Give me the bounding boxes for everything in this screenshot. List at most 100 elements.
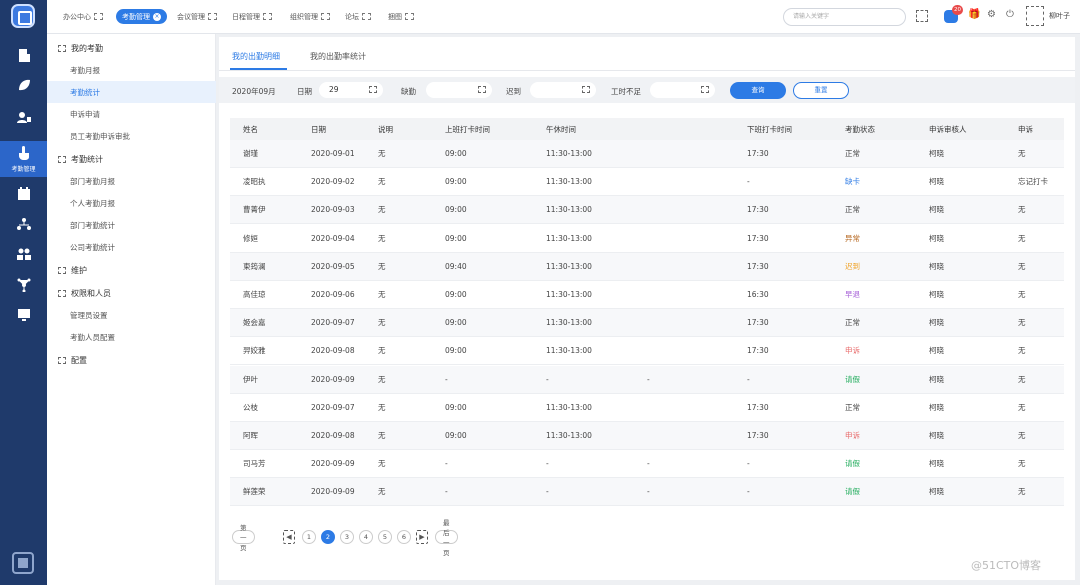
page-number[interactable]: 6 — [397, 530, 411, 544]
cell-out: 17:30 — [747, 318, 769, 328]
short-hours-field[interactable] — [650, 82, 715, 98]
page-number[interactable]: 5 — [378, 530, 392, 544]
column-header[interactable]: 说明 — [378, 118, 393, 140]
column-header[interactable]: 下班打卡时间 — [747, 118, 792, 140]
rail-item-person-card[interactable] — [0, 103, 47, 133]
table-row[interactable]: 司马芳 2020-09-09 无 - - - - 请假 柯晓 无 — [230, 450, 1064, 479]
column-header[interactable]: 上班打卡时间 — [445, 118, 490, 140]
tab-placeholder-icon — [362, 13, 371, 20]
table-row[interactable]: 曹菁伊 2020-09-03 无 09:00 11:30-13:00 17:30 正常 柯晓 无 — [230, 196, 1064, 225]
top-tab[interactable]: 日程管理 — [228, 9, 276, 24]
grid-menu-icon[interactable] — [12, 552, 34, 574]
rail-item-share-nodes[interactable] — [0, 271, 47, 301]
sidebar-group[interactable]: 权限和人员 — [47, 282, 216, 304]
sidebar-group[interactable]: 配置 — [47, 349, 216, 371]
page-number[interactable]: 1 — [302, 530, 316, 544]
sidebar-item[interactable]: 员工考勤申诉审批 — [47, 125, 216, 147]
cell-note: 无 — [378, 149, 386, 158]
reset-button[interactable]: 重置 — [793, 82, 849, 99]
sidebar-item-label: 考勤月报 — [70, 65, 100, 75]
prev-page-icon[interactable]: ◀ — [283, 530, 295, 544]
cell-extra: - — [647, 487, 650, 497]
top-tab[interactable]: 论坛 — [341, 9, 375, 24]
power-icon[interactable]: ⏻ — [1006, 9, 1018, 21]
rail-item-group[interactable] — [0, 240, 47, 270]
sidebar-item[interactable]: 考勤人员配置 — [47, 326, 216, 348]
gift-icon[interactable]: 🎁 — [968, 9, 980, 21]
table-row[interactable]: 柬筠澜 2020-09-05 无 09:40 11:30-13:00 17:30 迟到 柯晓 无 — [230, 252, 1064, 281]
page-number[interactable]: 2 — [321, 530, 335, 544]
table-row[interactable]: 公枝 2020-09-07 无 09:00 11:30-13:00 17:30 正常 柯晓 无 — [230, 394, 1064, 422]
cell-in: 09:00 — [445, 318, 467, 328]
table-row[interactable]: 谢瑾 2020-09-01 无 09:00 11:30-13:00 17:30 正常 柯晓 无 — [230, 140, 1064, 168]
page-number[interactable]: 4 — [359, 530, 373, 544]
next-page-icon[interactable]: ▶ — [416, 530, 428, 544]
tabs-divider — [219, 70, 1075, 71]
sidebar-group[interactable]: 维护 — [47, 259, 216, 281]
sidebar-item[interactable]: 部门考勤月报 — [47, 170, 216, 192]
top-tab[interactable]: 会议管理 — [173, 9, 221, 24]
column-header[interactable]: 考勤状态 — [845, 118, 875, 140]
table-row[interactable]: 高佳琼 2020-09-06 无 09:00 11:30-13:00 16:30 早退 柯晓 无 — [230, 281, 1064, 309]
cell-reviewer: 柯晓 — [929, 346, 944, 356]
fullscreen-icon[interactable] — [916, 10, 928, 22]
group-toggle-icon — [58, 289, 66, 297]
first-page-button[interactable]: 第一页 — [232, 524, 255, 552]
sidebar-item[interactable]: 管理员设置 — [47, 304, 216, 326]
table-row[interactable]: 鲜莲荣 2020-09-09 无 - - - - 请假 柯晓 无 — [230, 478, 1064, 507]
username[interactable]: 柳叶子 — [1049, 11, 1070, 21]
rail-item-org-tree[interactable] — [0, 210, 47, 240]
sidebar-item[interactable]: 公司考勤统计 — [47, 236, 216, 258]
rail-item-monitor[interactable] — [0, 301, 47, 331]
app-logo-icon[interactable] — [11, 4, 35, 28]
cell-appeal: 无 — [1018, 261, 1026, 271]
column-header[interactable]: 申诉 — [1018, 118, 1033, 140]
avatar[interactable] — [1026, 6, 1044, 26]
column-header[interactable]: 申诉审核人 — [929, 118, 967, 140]
cell-in: 09:00 — [445, 149, 467, 158]
tab-attendance-detail[interactable]: 我的出勤明细 — [232, 51, 280, 62]
sidebar-item[interactable]: 考勤月报 — [47, 59, 216, 81]
rail-item-building[interactable] — [0, 41, 47, 71]
column-header[interactable]: 姓名 — [243, 118, 258, 140]
absent-field[interactable] — [426, 82, 492, 98]
sidebar-item[interactable]: 考勤统计 — [47, 81, 216, 103]
top-tab[interactable]: 捆图 — [384, 9, 418, 24]
sidebar-item-label: 维护 — [71, 265, 87, 275]
search-input[interactable]: 请输入关键字 — [783, 8, 906, 26]
top-tab[interactable]: 办公中心 — [59, 9, 107, 24]
table-row[interactable]: 凌昭执 2020-09-02 无 09:00 11:30-13:00 - 缺卡 柯晓 忘记打卡 — [230, 168, 1064, 197]
rail-item-calendar[interactable] — [0, 180, 47, 210]
late-field[interactable] — [530, 82, 596, 98]
sidebar-item[interactable]: 部门考勤统计 — [47, 214, 216, 236]
group-toggle-icon — [58, 266, 66, 274]
tab-attendance-rate[interactable]: 我的出勤率统计 — [310, 51, 366, 62]
cell-in: 09:00 — [445, 431, 467, 440]
rail-item-hand-pointer[interactable]: 考勤管理 — [0, 141, 47, 177]
table-row[interactable]: 姬会嘉 2020-09-07 无 09:00 11:30-13:00 17:30 正常 柯晓 无 — [230, 309, 1064, 338]
top-tab[interactable]: 考勤管理 × — [116, 9, 167, 24]
table-row[interactable]: 羿姣雅 2020-09-08 无 09:00 11:30-13:00 17:30 申诉 柯晓 无 — [230, 337, 1064, 366]
message-icon[interactable]: 20 — [944, 5, 963, 23]
query-button[interactable]: 查询 — [730, 82, 786, 99]
sidebar-group[interactable]: 考勤统计 — [47, 148, 216, 170]
column-header[interactable]: 午休时间 — [546, 118, 576, 140]
table-row[interactable]: 修姮 2020-09-04 无 09:00 11:30-13:00 17:30 异常 柯晓 无 — [230, 225, 1064, 253]
sidebar-group[interactable]: 我的考勤 — [47, 37, 216, 59]
top-tab[interactable]: 组织管理 — [286, 9, 334, 24]
gear-icon[interactable]: ⚙ — [987, 9, 999, 21]
sidebar-item[interactable]: 申诉申请 — [47, 103, 216, 125]
page-number[interactable]: 3 — [340, 530, 354, 544]
rail-item-leaf[interactable] — [0, 71, 47, 101]
cell-note: 无 — [378, 205, 386, 215]
last-page-button[interactable]: 最后一页 — [435, 519, 458, 557]
cell-reviewer: 柯晓 — [929, 402, 944, 412]
cell-appeal: 无 — [1018, 318, 1026, 328]
sidebar-item[interactable]: 个人考勤月报 — [47, 192, 216, 214]
date-field[interactable]: 29 — [319, 82, 383, 98]
table-row[interactable]: 阿晖 2020-09-08 无 09:00 11:30-13:00 17:30 申诉 柯晓 无 — [230, 422, 1064, 450]
close-icon[interactable]: × — [153, 12, 161, 21]
table-row[interactable]: 伊叶 2020-09-09 无 - - - - 请假 柯晓 无 — [230, 365, 1064, 394]
column-header[interactable]: 日期 — [311, 118, 326, 140]
group-toggle-icon — [58, 155, 66, 163]
